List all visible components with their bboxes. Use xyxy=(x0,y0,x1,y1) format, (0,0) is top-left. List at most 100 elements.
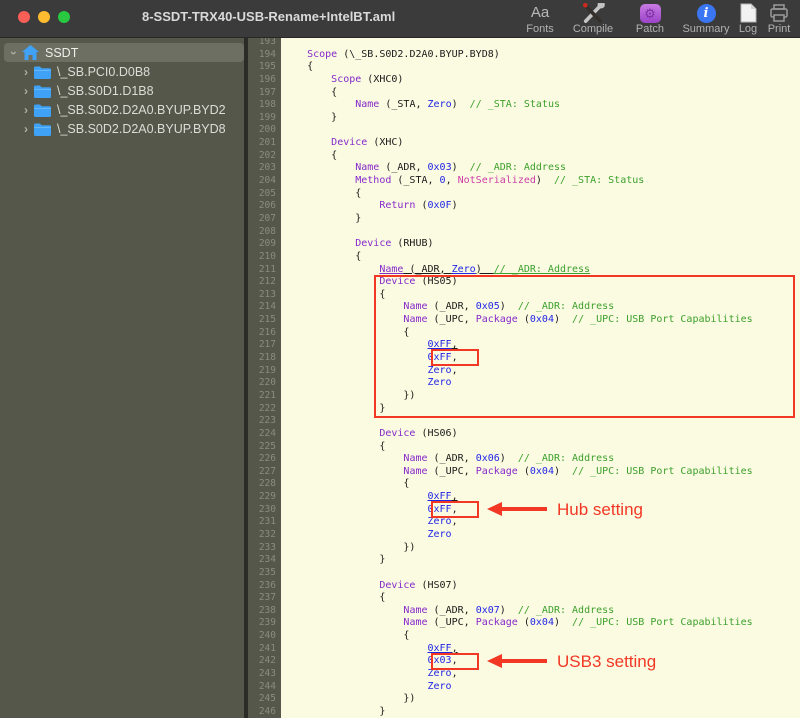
sidebar-item-sb-s0d1-d1b8[interactable]: › \_SB.S0D1.D1B8 xyxy=(4,82,256,101)
line-number: 206 xyxy=(258,200,276,212)
sidebar-item-label: \_SB.S0D2.D2A0.BYUP.BYD2 xyxy=(57,103,226,117)
close-button[interactable] xyxy=(18,11,30,23)
annotation-label-hub-setting: Hub setting xyxy=(557,500,643,519)
code-line: { xyxy=(283,250,362,262)
line-number-gutter-pane: 193 194 195 196 197 198 199 200 201 202 203 204 205 2… xyxy=(248,38,281,718)
patch-gear-icon: ⚙ xyxy=(639,3,661,23)
line-number: 228 xyxy=(258,478,276,490)
line-number: 212 xyxy=(258,276,276,288)
line-number: 210 xyxy=(258,250,276,262)
code-line: { xyxy=(283,592,386,604)
code-line: { xyxy=(283,149,338,161)
code-line: } xyxy=(283,705,386,717)
code-line: Device (HS07) xyxy=(379,579,458,591)
compile-button[interactable]: Compile xyxy=(565,2,621,36)
line-number: 193 xyxy=(258,38,276,47)
line-number: 245 xyxy=(258,693,276,705)
line-number: 234 xyxy=(258,554,276,566)
line-number: 220 xyxy=(258,377,276,389)
line-number: 213 xyxy=(258,288,276,300)
chevron-down-icon[interactable]: › xyxy=(7,47,21,59)
code-line: { xyxy=(283,478,410,490)
line-number: 194 xyxy=(258,48,276,60)
line-number: 221 xyxy=(258,389,276,401)
chevron-right-icon[interactable]: › xyxy=(20,103,32,117)
line-number: 233 xyxy=(258,541,276,553)
chevron-right-icon[interactable]: › xyxy=(20,122,32,136)
patch-button-label: Patch xyxy=(635,23,665,35)
sidebar: › SSDT › \_SB.PCI0.D0B8 › \_SB.S0D1.D1B8… xyxy=(0,38,244,718)
annotation-label-usb3-setting: USB3 setting xyxy=(557,652,657,671)
line-number: 204 xyxy=(258,175,276,187)
line-number: 230 xyxy=(258,503,276,515)
folder-icon xyxy=(34,104,52,117)
chevron-right-icon[interactable]: › xyxy=(20,84,32,98)
code-line: Name (_ADR, 0x06) // _ADR: Address xyxy=(403,453,615,465)
sidebar-item-label: \_SB.PCI0.D0B8 xyxy=(57,65,151,79)
code-line: Method (_STA, 0, NotSerialized) // _STA:… xyxy=(355,175,645,187)
summary-button[interactable]: i Summary xyxy=(678,2,734,36)
minimize-button[interactable] xyxy=(38,11,50,23)
home-icon xyxy=(22,45,40,60)
line-number: 246 xyxy=(258,705,276,717)
code-line: { xyxy=(283,187,362,199)
code-line: Device (XHC) xyxy=(331,137,404,149)
log-document-icon xyxy=(740,3,756,23)
line-number: 224 xyxy=(258,427,276,439)
titlebar-toolbar: 8-SSDT-TRX40-USB-Rename+IntelBT.aml Aa F… xyxy=(0,0,800,38)
code-line: Device (HS06) xyxy=(379,427,458,439)
line-number: 222 xyxy=(258,402,276,414)
sidebar-item-ssdt[interactable]: › SSDT xyxy=(4,43,244,62)
code-line: } xyxy=(283,111,338,123)
annotation-arrow-hub xyxy=(487,502,549,516)
line-number: 219 xyxy=(258,364,276,376)
sidebar-item-sb-s0d2-byd8[interactable]: › \_SB.S0D2.D2A0.BYUP.BYD8 xyxy=(4,120,256,139)
line-number: 226 xyxy=(258,453,276,465)
code-editor[interactable]: Scope (\_SB.S0D2.D2A0.BYUP.BYD8) { Scope… xyxy=(281,38,800,718)
line-number: 241 xyxy=(258,642,276,654)
code-line: Zero xyxy=(427,528,452,540)
annotation-box-hs05-value xyxy=(431,349,479,366)
folder-icon xyxy=(34,123,52,136)
line-number: 209 xyxy=(258,238,276,250)
folder-icon xyxy=(34,66,52,79)
code-line: Zero, xyxy=(427,668,458,680)
line-number: 223 xyxy=(258,415,276,427)
line-number: 208 xyxy=(258,225,276,237)
line-number: 216 xyxy=(258,326,276,338)
fonts-button[interactable]: Aa Fonts xyxy=(515,2,565,36)
annotation-box-hs06-value xyxy=(431,501,479,518)
line-number: 195 xyxy=(258,61,276,73)
compile-button-label: Compile xyxy=(572,23,614,35)
code-line: }) xyxy=(283,541,416,553)
code-line: Zero xyxy=(427,680,452,692)
summary-button-label: Summary xyxy=(682,23,730,35)
print-printer-icon xyxy=(770,3,788,22)
line-number: 214 xyxy=(258,301,276,313)
code-line: Return (0x0F) xyxy=(379,200,458,212)
chevron-right-icon[interactable]: › xyxy=(20,65,32,79)
line-number: 207 xyxy=(258,212,276,224)
window-title: 8-SSDT-TRX40-USB-Rename+IntelBT.aml xyxy=(142,9,396,24)
line-number: 240 xyxy=(258,630,276,642)
line-number: 197 xyxy=(258,86,276,98)
print-button[interactable]: Print xyxy=(762,2,796,36)
log-button[interactable]: Log xyxy=(734,2,762,36)
line-number: 211 xyxy=(258,263,276,275)
line-number: 229 xyxy=(258,491,276,503)
line-number: 201 xyxy=(258,137,276,149)
code-line: Zero, xyxy=(427,516,458,528)
sidebar-item-sb-s0d2-byd2[interactable]: › \_SB.S0D2.D2A0.BYUP.BYD2 xyxy=(4,101,256,120)
patch-button[interactable]: ⚙ Patch xyxy=(627,2,673,36)
line-number-gutter: 193 194 195 196 197 198 199 200 201 202 203 204 205 2… xyxy=(248,38,276,718)
line-number: 227 xyxy=(258,465,276,477)
zoom-button[interactable] xyxy=(58,11,70,23)
line-number: 236 xyxy=(258,579,276,591)
code-line: }) xyxy=(283,693,416,705)
code-line: } xyxy=(283,554,386,566)
sidebar-item-sb-pci0-d0b8[interactable]: › \_SB.PCI0.D0B8 xyxy=(4,63,256,82)
compile-tools-icon xyxy=(583,3,605,23)
